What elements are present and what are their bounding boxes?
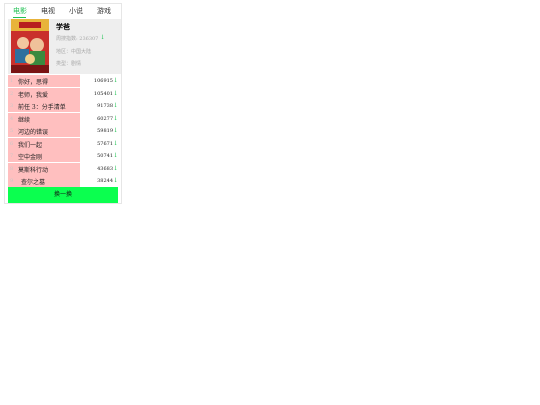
featured-title[interactable]: 学爸 [56, 22, 70, 32]
category-tabs: 电影 电视 小说 游戏 [5, 4, 121, 18]
item-title[interactable]: 继续 [18, 115, 30, 124]
arrow-down-icon: ↓ [112, 114, 118, 122]
hot-ranking-panel: 电影 电视 小说 游戏 学爸 周搜指数: 236307 ↓ 地区：中国大陆 类型… [4, 3, 122, 204]
arrow-down-icon: ↓ [112, 127, 118, 134]
item-title[interactable]: 我们一起 [18, 140, 42, 149]
rank-number: 2 [10, 90, 14, 97]
arrow-down-icon: ↓ [112, 177, 118, 184]
tab-games[interactable]: 游戏 [97, 6, 111, 16]
list-item[interactable]: 3 前任 3：分手清单 91738 ↓ [8, 100, 121, 112]
tab-novels[interactable]: 小说 [69, 6, 83, 16]
rank-number: 1 [10, 78, 14, 84]
list-item[interactable]: 1 你好，思得 106915 ↓ [8, 75, 121, 87]
item-count: 60277 [97, 115, 113, 122]
list-item[interactable]: 6 我们一起 57671 ↓ [8, 137, 121, 150]
list-item[interactable]: 5 河边的错误 59819 ↓ [8, 125, 121, 137]
refresh-button[interactable]: 换一换 [8, 187, 118, 203]
poster-image[interactable] [11, 19, 49, 73]
list-item[interactable]: 9 查尔之墓 38244 ↓ [8, 175, 121, 187]
item-title[interactable]: 你好，思得 [18, 77, 48, 86]
rank-number: 8 [10, 165, 14, 172]
arrow-down-icon: ↓ [112, 102, 118, 109]
rank-number: 6 [10, 140, 14, 147]
list-item[interactable]: 8 莫斯科行动 43683 ↓ [8, 162, 121, 175]
arrow-down-icon: ↓ [112, 164, 118, 172]
item-title[interactable]: 前任 3：分手清单 [18, 102, 66, 111]
item-title[interactable]: 空中金刚 [18, 152, 42, 161]
rank-number: 9 [10, 178, 14, 184]
item-title[interactable]: 老师，我爱 [18, 90, 48, 99]
item-count: 43683 [97, 165, 113, 172]
list-item[interactable]: 4 继续 60277 ↓ [8, 112, 121, 125]
arrow-down-icon: ↓ [112, 139, 118, 147]
featured-item[interactable]: 学爸 周搜指数: 236307 ↓ 地区：中国大陆 类型：剧情 [8, 19, 121, 74]
arrow-down-icon: ↓ [112, 77, 118, 84]
rank-number: 7 [10, 153, 14, 159]
item-title[interactable]: 莫斯科行动 [18, 165, 48, 174]
item-count: 38244 [97, 178, 113, 184]
tab-tv[interactable]: 电视 [41, 6, 55, 16]
item-count: 106915 [93, 78, 113, 84]
item-count: 91738 [97, 103, 113, 109]
tab-movies[interactable]: 电影 [13, 6, 27, 16]
featured-genre: 类型：剧情 [56, 61, 82, 67]
list-item[interactable]: 2 老师，我爱 105401 ↓ [8, 87, 121, 100]
featured-region: 地区：中国大陆 [56, 49, 92, 55]
arrow-down-icon: ↓ [112, 152, 118, 159]
rank-number: 3 [10, 103, 14, 109]
item-count: 105401 [93, 90, 113, 97]
rank-number: 5 [10, 128, 14, 134]
list-item[interactable]: 7 空中金刚 50741 ↓ [8, 150, 121, 162]
arrow-down-icon: ↓ [100, 34, 106, 41]
item-title[interactable]: 查尔之墓 [21, 177, 45, 186]
rank-number: 4 [10, 115, 14, 122]
active-tab-indicator [13, 17, 26, 18]
item-count: 57671 [97, 140, 113, 147]
ranking-list: 1 你好，思得 106915 ↓ 2 老师，我爱 105401 ↓ 3 前任 3… [8, 75, 121, 187]
item-count: 59819 [97, 128, 113, 134]
item-title[interactable]: 河边的错误 [18, 127, 48, 136]
item-count: 50741 [97, 153, 113, 159]
arrow-down-icon: ↓ [112, 89, 118, 97]
featured-search-index: 周搜指数: 236307 [56, 36, 99, 42]
